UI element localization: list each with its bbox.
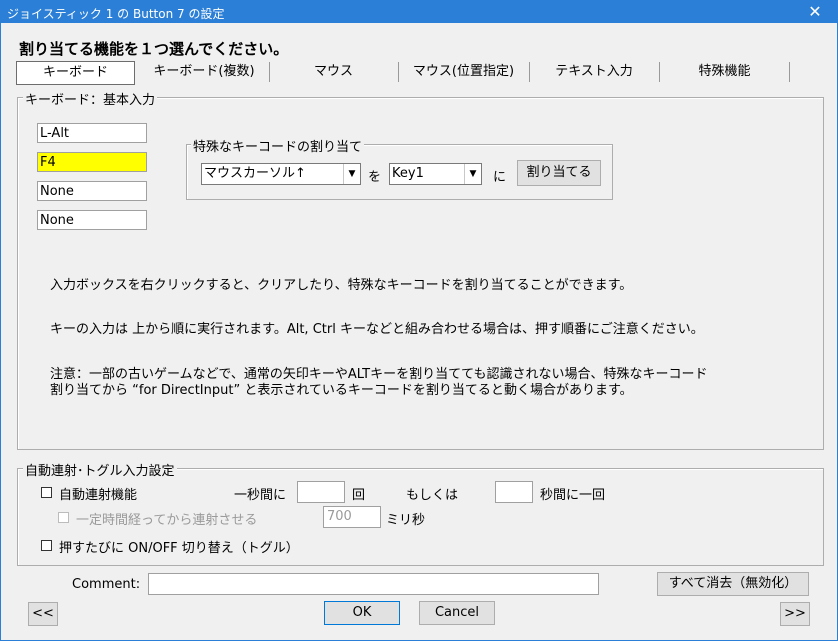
tab-special-functions[interactable]: 特殊機能 xyxy=(661,61,788,83)
tab-keyboard-multiple[interactable]: キーボード(複数) xyxy=(139,61,269,83)
wo-label: を xyxy=(368,170,382,185)
toggle-checkbox[interactable] xyxy=(41,540,52,551)
tab-keyboard[interactable]: キーボード xyxy=(16,61,135,85)
autofire-checkbox[interactable] xyxy=(41,487,52,498)
times-label: 回 xyxy=(352,488,366,503)
tab-mouse[interactable]: マウス xyxy=(271,61,396,83)
tab-divider xyxy=(789,62,790,82)
clear-all-button[interactable]: すべて消去（無効化） xyxy=(657,572,809,596)
per-second-label: 一秒間に xyxy=(234,488,287,503)
instruction-heading: 割り当てる機能を１つ選んでください。 xyxy=(19,40,289,58)
tab-mouse-position[interactable]: マウス(位置指定) xyxy=(400,61,527,83)
ok-button[interactable]: OK xyxy=(324,601,400,625)
or-label: もしくは xyxy=(406,488,459,503)
special-source-select[interactable]: マウスカーソル↑ ▼ xyxy=(201,163,361,185)
delay-checkbox[interactable] xyxy=(58,512,69,523)
key-input-1[interactable]: L-Alt xyxy=(37,123,147,143)
close-icon[interactable]: ✕ xyxy=(793,1,837,23)
per-second-input[interactable] xyxy=(297,481,345,503)
assign-button[interactable]: 割り当てる xyxy=(517,160,601,186)
settings-dialog: ジョイスティック 1 の Button 7 の設定 ✕ 割り当てる機能を１つ選ん… xyxy=(0,0,838,641)
comment-label: Comment: xyxy=(72,577,141,592)
special-source-value: マウスカーソル↑ xyxy=(204,166,306,181)
comment-input[interactable] xyxy=(148,573,599,595)
key-input-4[interactable]: None xyxy=(37,210,147,230)
chevron-down-icon[interactable]: ▼ xyxy=(464,164,481,184)
title-bar: ジョイスティック 1 の Button 7 の設定 ✕ xyxy=(1,1,837,23)
prev-button[interactable]: << xyxy=(28,602,58,626)
seconds-label: 秒間に一回 xyxy=(540,488,606,503)
keyboard-basic-group-label: キーボード：基本入力 xyxy=(23,89,158,108)
note-right-click: 入力ボックスを右クリックすると、クリアしたり、特殊なキーコードを割り当てることが… xyxy=(50,278,633,293)
special-target-select[interactable]: Key1 ▼ xyxy=(389,163,482,185)
delay-ms-input[interactable]: 700 xyxy=(323,506,381,528)
toggle-label: 押すたびに ON/OFF 切り替え（トグル） xyxy=(59,541,299,556)
next-button[interactable]: >> xyxy=(780,602,810,626)
tab-divider xyxy=(529,62,530,82)
tab-text-input[interactable]: テキスト入力 xyxy=(531,61,657,83)
autofire-toggle-group-label: 自動連射･トグル入力設定 xyxy=(23,460,177,479)
tab-divider xyxy=(659,62,660,82)
cancel-button[interactable]: Cancel xyxy=(419,601,495,625)
note-order: キーの入力は 上から順に実行されます。Alt, Ctrl キーなどと組み合わせる… xyxy=(50,322,704,337)
special-keycode-group-label: 特殊なキーコードの割り当て xyxy=(191,136,365,155)
ms-label: ミリ秒 xyxy=(386,513,426,528)
ni-label: に xyxy=(493,170,507,185)
key-input-3[interactable]: None xyxy=(37,181,147,201)
delay-label: 一定時間経ってから連射させる xyxy=(76,513,258,528)
seconds-input[interactable] xyxy=(495,481,533,503)
autofire-label: 自動連射機能 xyxy=(59,488,138,503)
tab-divider xyxy=(398,62,399,82)
special-target-value: Key1 xyxy=(392,166,424,181)
window-title: ジョイスティック 1 の Button 7 の設定 xyxy=(7,7,225,21)
chevron-down-icon[interactable]: ▼ xyxy=(343,164,360,184)
note-caution-line2: 割り当てから “for DirectInput” と表示されているキーコードを割… xyxy=(50,383,633,398)
key-input-2[interactable]: F4 xyxy=(37,152,147,172)
tab-divider xyxy=(269,62,270,82)
